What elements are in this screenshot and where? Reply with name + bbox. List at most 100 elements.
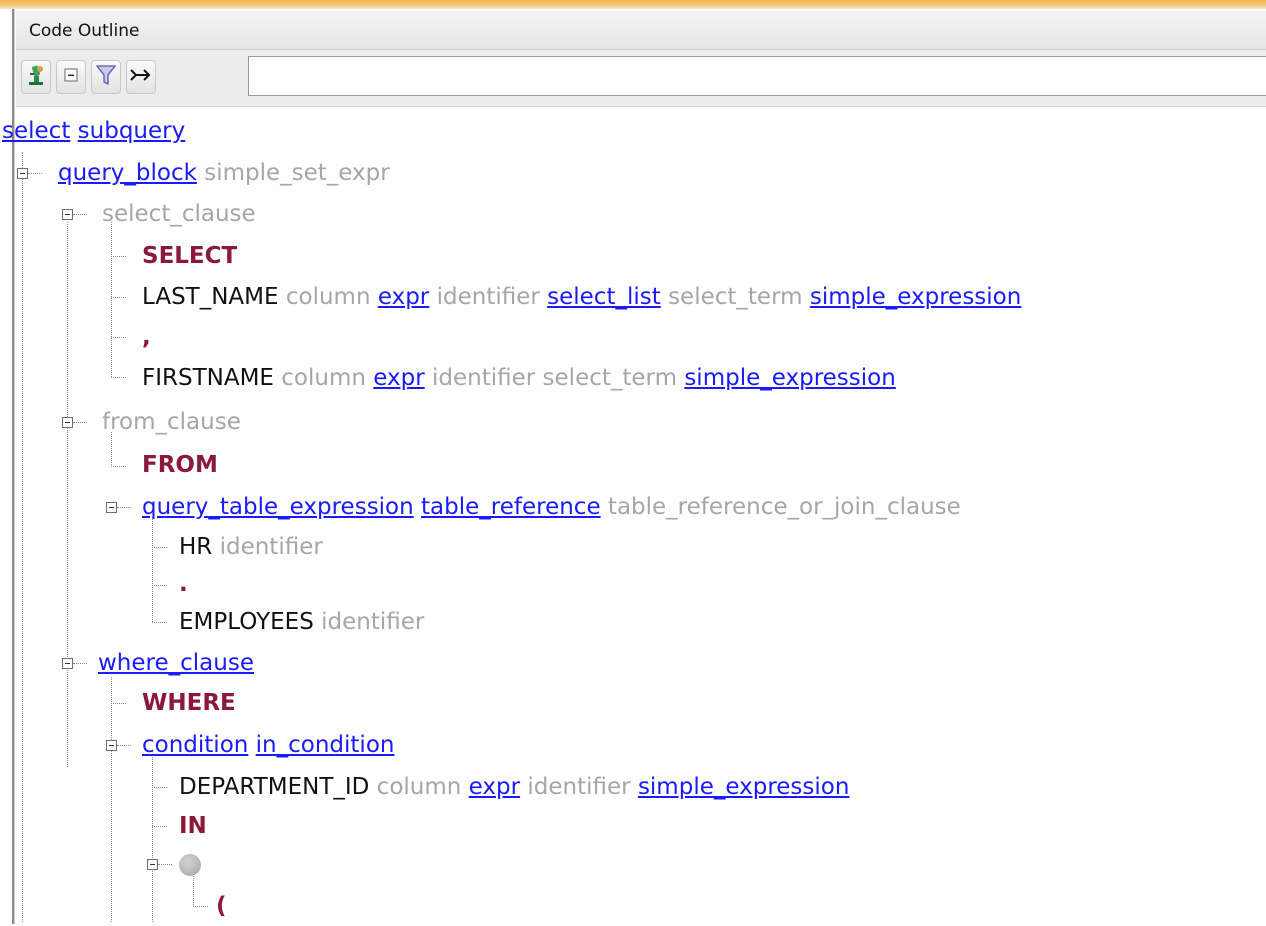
tree-connector	[22, 152, 23, 922]
node-name: FIRSTNAME	[142, 365, 274, 391]
tree-connector	[28, 173, 42, 174]
collapse-all-button[interactable]	[56, 60, 86, 94]
tree-row-comma[interactable]: ,	[142, 317, 151, 357]
expander-where-clause[interactable]	[62, 658, 73, 669]
filter-input[interactable]	[248, 56, 1266, 96]
microscope-button[interactable]	[21, 60, 51, 94]
node-label: select_clause	[102, 201, 256, 227]
tree-connector	[117, 507, 131, 508]
tree-connector	[193, 906, 208, 907]
node-label: from_clause	[102, 409, 241, 435]
tree-row-query-block: query_block simple_set_expr	[58, 153, 390, 193]
panel-title: Code Outline	[29, 21, 140, 41]
tree-connector	[73, 214, 87, 215]
link-expr[interactable]: expr	[378, 284, 429, 310]
tree-row-from-keyword[interactable]: FROM	[142, 445, 218, 485]
node-annotation: column	[281, 365, 366, 391]
tree-row-query-table-expression: query_table_expression table_reference t…	[142, 487, 961, 527]
tree-connector	[152, 517, 153, 622]
node-annotation: identifier	[432, 365, 536, 391]
tree-row-where-keyword[interactable]: WHERE	[142, 683, 236, 723]
keyword-where: WHERE	[142, 690, 236, 716]
node-annotation: select_term	[668, 284, 803, 310]
link-subquery[interactable]: subquery	[78, 118, 186, 144]
link-simple-expression[interactable]: simple_expression	[810, 284, 1021, 310]
tree-row-in-list[interactable]	[179, 846, 201, 886]
tree-connector	[111, 703, 126, 704]
tree-connector	[73, 663, 87, 664]
tree-connector	[73, 422, 87, 423]
node-annotation: simple_set_expr	[204, 160, 390, 186]
follow-icon	[129, 66, 153, 88]
expander-from-clause[interactable]	[62, 417, 73, 428]
microscope-icon	[26, 63, 46, 91]
expander-query-table-expression[interactable]	[106, 502, 117, 513]
keyword-select: SELECT	[142, 243, 238, 269]
punctuation-open-paren: (	[216, 893, 227, 919]
grey-circle-icon	[179, 853, 201, 876]
link-condition[interactable]: condition	[142, 732, 248, 758]
tree-connector	[152, 585, 167, 586]
punctuation-comma: ,	[142, 324, 151, 350]
node-annotation: select_term	[542, 365, 678, 391]
follow-caret-button[interactable]	[126, 60, 156, 94]
tree-connector	[152, 547, 167, 548]
tree-row-condition: condition in_condition	[142, 725, 394, 765]
outline-tree: select subquery query_block simple_set_e…	[2, 107, 1266, 926]
link-in-condition[interactable]: in_condition	[256, 732, 395, 758]
expander-query-block[interactable]	[17, 168, 28, 179]
node-annotation: identifier	[436, 284, 540, 310]
tree-connector	[111, 256, 126, 257]
tree-row-in-keyword[interactable]: IN	[179, 806, 207, 846]
tree-row-select-clause[interactable]: select_clause	[102, 194, 256, 234]
tree-row-open-paren[interactable]: (	[216, 886, 227, 926]
tree-row-period[interactable]: .	[179, 564, 188, 604]
tree-row-root: select subquery	[2, 111, 185, 151]
link-simple-expression[interactable]: simple_expression	[684, 365, 895, 391]
link-expr[interactable]: expr	[373, 365, 424, 391]
link-expr[interactable]: expr	[469, 774, 520, 800]
punctuation-period: .	[179, 571, 188, 597]
tree-row-department-id[interactable]: DEPARTMENT_ID column expr identifier sim…	[179, 767, 849, 807]
tree-row-last-name[interactable]: LAST_NAME column expr identifier select_…	[142, 277, 1021, 317]
link-select-list[interactable]: select_list	[547, 284, 661, 310]
expander-select-clause[interactable]	[62, 209, 73, 220]
link-query-block[interactable]: query_block	[58, 160, 197, 186]
tree-connector	[152, 622, 167, 623]
tree-connector	[152, 757, 153, 922]
node-name: EMPLOYEES	[179, 609, 314, 635]
tree-connector	[158, 864, 172, 865]
tree-row-from-clause[interactable]: from_clause	[102, 402, 241, 442]
collapse-icon	[63, 67, 79, 87]
node-annotation: column	[376, 774, 462, 800]
expander-in-list[interactable]	[147, 859, 158, 870]
node-name: HR	[179, 534, 213, 560]
tree-connector	[111, 222, 112, 377]
link-table-reference[interactable]: table_reference	[421, 494, 601, 520]
tree-connector	[111, 377, 126, 378]
tree-connector	[111, 466, 126, 467]
panel-titlebar[interactable]: Code Outline	[16, 11, 1266, 50]
node-name: LAST_NAME	[142, 284, 279, 310]
tree-connector	[67, 222, 68, 767]
node-annotation: identifier	[321, 609, 425, 635]
link-query-table-expression[interactable]: query_table_expression	[142, 494, 414, 520]
expander-condition[interactable]	[106, 740, 117, 751]
link-where-clause[interactable]: where_clause	[98, 650, 254, 676]
tree-row-select-keyword[interactable]: SELECT	[142, 236, 237, 276]
tree-connector	[117, 745, 131, 746]
keyword-from: FROM	[142, 452, 218, 478]
tree-connector	[152, 826, 167, 827]
node-annotation: identifier	[219, 534, 323, 560]
tree-connector	[111, 677, 112, 922]
link-select[interactable]: select	[2, 118, 70, 144]
link-simple-expression[interactable]: simple_expression	[638, 774, 849, 800]
keyword-in: IN	[179, 813, 207, 839]
tree-row-employees[interactable]: EMPLOYEES identifier	[179, 602, 424, 642]
tree-row-hr[interactable]: HR identifier	[179, 527, 323, 567]
node-annotation: column	[285, 284, 371, 310]
tree-row-firstname[interactable]: FIRSTNAME column expr identifier select_…	[142, 358, 896, 398]
tree-connector	[111, 337, 126, 338]
filter-button[interactable]	[91, 60, 121, 94]
tree-row-where-clause: where_clause	[98, 643, 254, 683]
